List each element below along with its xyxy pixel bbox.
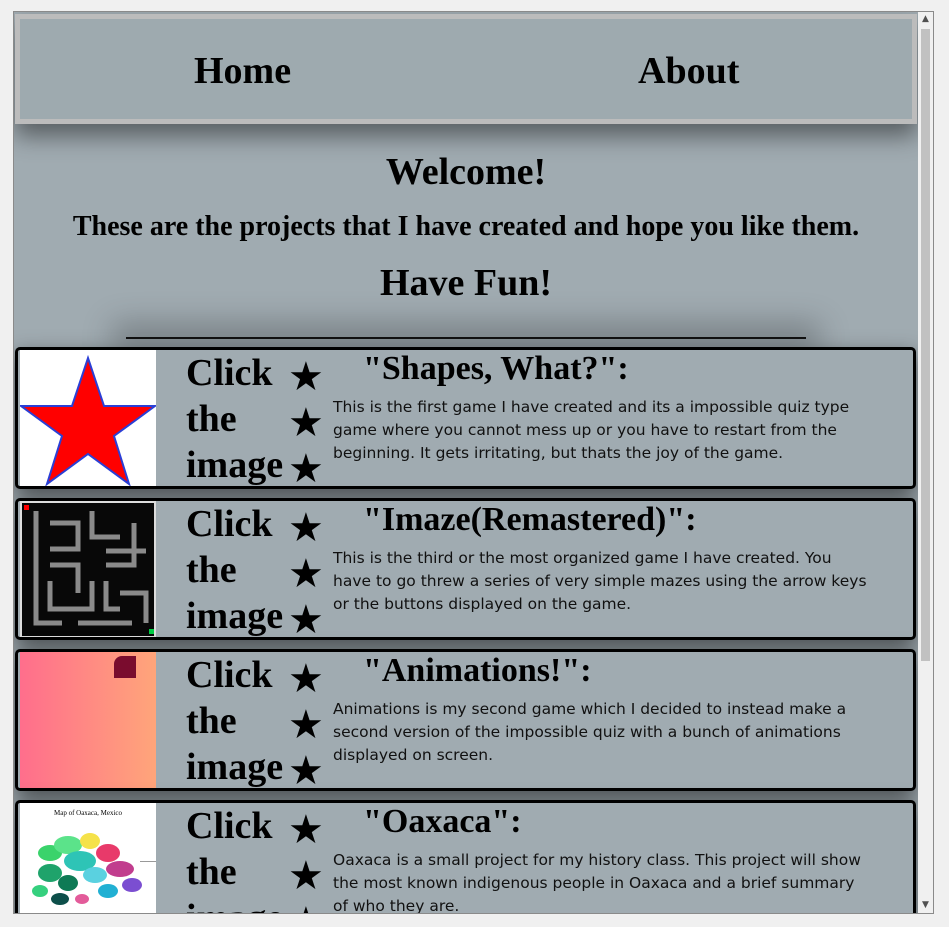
square-shape	[114, 656, 136, 678]
project-description: This is the first game I have created an…	[333, 398, 850, 462]
nav-about-link[interactable]: About	[638, 49, 739, 93]
star-icons: ★★★	[288, 354, 332, 489]
maze-image[interactable]	[20, 501, 156, 637]
red-star-image[interactable]	[20, 350, 156, 486]
vertical-scrollbar[interactable]: ▲ ▼	[918, 12, 933, 913]
star-icon: ★	[288, 551, 324, 597]
welcome-heading: Welcome!	[385, 151, 547, 193]
star-icons: ★★★	[288, 505, 332, 640]
browser-frame: Home About Welcome! These are the projec…	[13, 11, 934, 914]
divider-line	[126, 337, 806, 339]
star-icon: ★	[288, 505, 324, 551]
project-card-animations[interactable]: Click the image ★ ★ ★ "Animations!": Anima…	[15, 649, 916, 791]
project-title: "Animations!":	[363, 652, 592, 689]
star-icon: ★	[288, 354, 324, 400]
star-icon: ★	[288, 597, 324, 640]
project-title: "Imaze(Remastered)":	[363, 501, 697, 538]
gradient-image[interactable]	[20, 652, 156, 788]
project-description: This is the third or the most organized …	[333, 549, 867, 613]
star-icon: ★	[288, 748, 324, 791]
click-the-image-label: Click the image	[186, 503, 284, 637]
project-card-shapes[interactable]: Click the image ★ ★ ★ "Shapes, What?": Thi…	[15, 347, 916, 489]
star-icon: ★	[288, 807, 324, 853]
star-icon: ★	[288, 853, 324, 899]
star-icon: ★	[288, 400, 324, 446]
star-icon: ★	[288, 446, 324, 489]
oaxaca-map-image[interactable]: Map of Oaxaca, Mexico	[20, 803, 156, 913]
star-icon: ★	[288, 702, 324, 748]
page-viewport: Home About Welcome! These are the projec…	[14, 12, 918, 913]
project-card-oaxaca[interactable]: Map of Oaxaca, Mexico Click the ★ ★ "Oax…	[15, 800, 916, 913]
click-the-image-label: Click the image	[186, 805, 283, 913]
scroll-up-arrow-icon[interactable]: ▲	[918, 12, 933, 27]
scroll-down-arrow-icon[interactable]: ▼	[918, 898, 933, 913]
star-icon: ★	[288, 656, 324, 702]
project-title: "Oaxaca":	[363, 803, 522, 840]
nav-home-link[interactable]: Home	[194, 49, 291, 93]
star-icons: ★★★	[288, 807, 332, 913]
star-icons: ★★★	[288, 656, 332, 791]
star-icon: ★	[288, 899, 332, 913]
project-title: "Shapes, What?":	[363, 350, 629, 387]
have-fun-heading: Have Fun!	[379, 262, 553, 304]
scrollbar-thumb[interactable]	[921, 29, 930, 661]
project-description: Oaxaca is a small project for my history…	[333, 851, 861, 913]
click-the-image-label: Click the image	[186, 654, 284, 788]
project-description: Animations is my second game which I dec…	[333, 700, 847, 764]
welcome-subtitle: These are the projects that I have creat…	[72, 211, 860, 242]
navbar: Home About	[15, 14, 917, 124]
click-the-image-label: Click the image	[186, 352, 284, 486]
project-card-imaze[interactable]: Click the image ★ ★ ★ "Imaze(Remastered)":…	[15, 498, 916, 640]
